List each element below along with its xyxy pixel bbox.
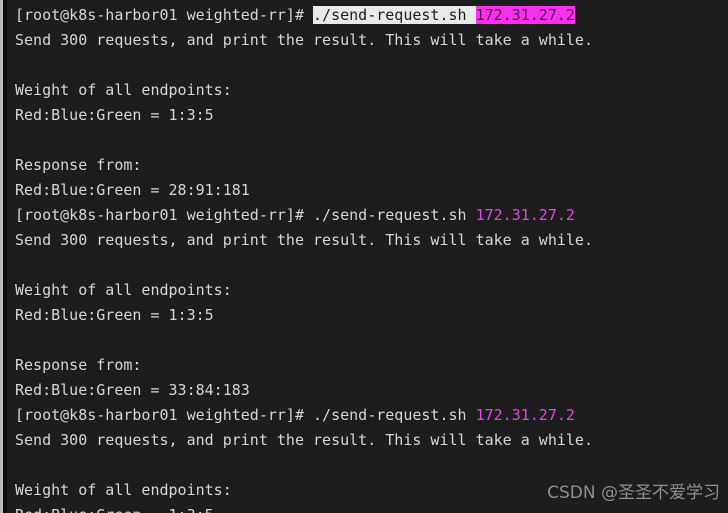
- line-weight-value-2: Red:Blue:Green = 1:3:5: [15, 303, 728, 328]
- line-prompt-1: [root@k8s-harbor01 weighted-rr]# ./send-…: [15, 3, 728, 28]
- line-blank-2: [15, 128, 728, 153]
- line-weight-header-1: Weight of all endpoints:: [15, 78, 728, 103]
- line-response-header-1: Response from:: [15, 153, 728, 178]
- output-text: Weight of all endpoints:: [15, 81, 232, 99]
- output-text: Weight of all endpoints:: [15, 481, 232, 499]
- shell-prompt: [root@k8s-harbor01 weighted-rr]#: [15, 406, 314, 424]
- output-text: Send 300 requests, and print the result.…: [15, 31, 593, 49]
- shell-command: ./send-request.sh: [313, 406, 476, 424]
- shell-prompt: [root@k8s-harbor01 weighted-rr]#: [15, 206, 314, 224]
- output-text: Send 300 requests, and print the result.…: [15, 431, 593, 449]
- line-prompt-2: [root@k8s-harbor01 weighted-rr]# ./send-…: [15, 203, 728, 228]
- shell-command: ./send-request.sh: [313, 6, 476, 24]
- output-text: Red:Blue:Green = 1:3:5: [15, 306, 214, 324]
- line-info-2: Send 300 requests, and print the result.…: [15, 228, 728, 253]
- line-response-value-2: Red:Blue:Green = 33:84:183: [15, 378, 728, 403]
- output-text: Send 300 requests, and print the result.…: [15, 231, 593, 249]
- line-weight-header-3: Weight of all endpoints:: [15, 478, 728, 503]
- terminal-window[interactable]: [root@k8s-harbor01 weighted-rr]# ./send-…: [0, 0, 728, 513]
- line-response-header-2: Response from:: [15, 353, 728, 378]
- output-text: Red:Blue:Green = 33:84:183: [15, 381, 250, 399]
- command-argument-ip: 172.31.27.2: [475, 206, 575, 224]
- command-argument-ip: 172.31.27.2: [475, 6, 575, 24]
- line-blank-3: [15, 253, 728, 278]
- line-blank-1: [15, 53, 728, 78]
- output-text: Weight of all endpoints:: [15, 281, 232, 299]
- shell-prompt: [root@k8s-harbor01 weighted-rr]#: [15, 6, 314, 24]
- output-text: Red:Blue:Green = 1:3:5: [15, 106, 214, 124]
- line-weight-value-1: Red:Blue:Green = 1:3:5: [15, 103, 728, 128]
- line-response-value-1: Red:Blue:Green = 28:91:181: [15, 178, 728, 203]
- terminal-output-area[interactable]: [root@k8s-harbor01 weighted-rr]# ./send-…: [7, 0, 728, 513]
- line-weight-value-3: Red:Blue:Green = 1:3:5: [15, 503, 728, 513]
- shell-command: ./send-request.sh: [313, 206, 476, 224]
- line-blank-5: [15, 453, 728, 478]
- output-text: Red:Blue:Green = 1:3:5: [15, 506, 214, 513]
- line-info-3: Send 300 requests, and print the result.…: [15, 428, 728, 453]
- line-blank-4: [15, 328, 728, 353]
- output-text: Response from:: [15, 356, 142, 374]
- line-info-1: Send 300 requests, and print the result.…: [15, 28, 728, 53]
- line-prompt-3: [root@k8s-harbor01 weighted-rr]# ./send-…: [15, 403, 728, 428]
- output-text: Red:Blue:Green = 28:91:181: [15, 181, 250, 199]
- line-weight-header-2: Weight of all endpoints:: [15, 278, 728, 303]
- command-argument-ip: 172.31.27.2: [475, 406, 575, 424]
- output-text: Response from:: [15, 156, 142, 174]
